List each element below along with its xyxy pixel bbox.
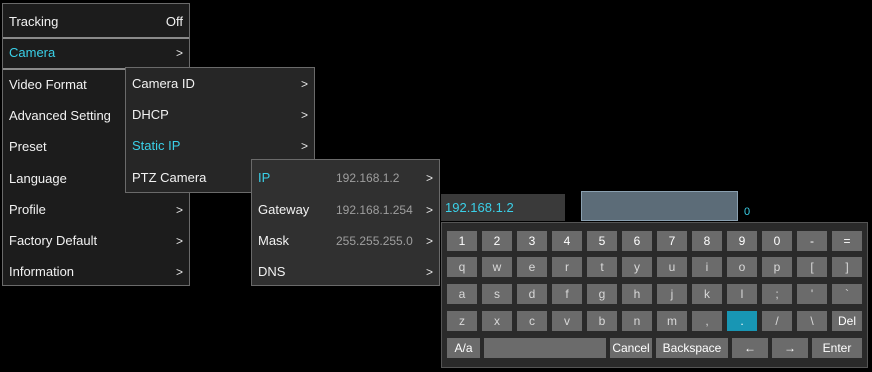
arrow-right-icon[interactable]: → <box>772 338 808 358</box>
ip-value: 192.168.1.2 <box>336 171 400 185</box>
key-3[interactable]: 3 <box>517 231 547 251</box>
submenu-item-camera-id[interactable]: Camera ID > <box>126 68 314 99</box>
ip-edit-box[interactable] <box>581 191 738 221</box>
key-minus[interactable]: - <box>797 231 827 251</box>
key-7[interactable]: 7 <box>657 231 687 251</box>
chevron-right-icon: > <box>175 202 183 217</box>
key-q[interactable]: q <box>447 257 477 277</box>
chevron-right-icon: > <box>300 76 308 91</box>
key-0[interactable]: 0 <box>762 231 792 251</box>
mask-value: 255.255.255.0 <box>336 234 413 248</box>
tracking-value: Off <box>165 14 183 29</box>
static-ip-submenu: IP > 192.168.1.2 Gateway > 192.168.1.254… <box>251 159 440 286</box>
key-f[interactable]: f <box>552 284 582 304</box>
key-g[interactable]: g <box>587 284 617 304</box>
key-apostrophe[interactable]: ' <box>797 284 827 304</box>
key-2[interactable]: 2 <box>482 231 512 251</box>
keyboard-row-1: 1 2 3 4 5 6 7 8 9 0 - = <box>442 231 867 251</box>
chevron-right-icon: > <box>175 233 183 248</box>
key-u[interactable]: u <box>657 257 687 277</box>
key-9[interactable]: 9 <box>727 231 757 251</box>
keyboard-row-2: q w e r t y u i o p [ ] <box>442 257 867 277</box>
chevron-right-icon: > <box>425 264 433 279</box>
key-left-bracket[interactable]: [ <box>797 257 827 277</box>
key-d[interactable]: d <box>517 284 547 304</box>
key-backslash[interactable]: \ <box>797 311 827 331</box>
key-w[interactable]: w <box>482 257 512 277</box>
key-5[interactable]: 5 <box>587 231 617 251</box>
submenu-item-static-ip[interactable]: Static IP > <box>126 130 314 161</box>
menu-item-information[interactable]: Information > <box>3 256 189 287</box>
key-e[interactable]: e <box>517 257 547 277</box>
key-v[interactable]: v <box>552 311 582 331</box>
ip-text-input[interactable]: 192.168.1.2 <box>441 194 565 221</box>
key-y[interactable]: y <box>622 257 652 277</box>
key-a[interactable]: a <box>447 284 477 304</box>
key-4[interactable]: 4 <box>552 231 582 251</box>
space-key[interactable] <box>484 338 606 358</box>
menu-item-tracking[interactable]: Tracking Off <box>3 6 189 37</box>
key-b[interactable]: b <box>587 311 617 331</box>
chevron-right-icon: > <box>300 138 308 153</box>
keyboard-row-5: A/a Cancel Backspace ← → Enter <box>442 338 867 358</box>
chevron-right-icon: > <box>175 264 183 279</box>
key-6[interactable]: 6 <box>622 231 652 251</box>
submenu-item-dhcp[interactable]: DHCP > <box>126 99 314 130</box>
cancel-button[interactable]: Cancel <box>610 338 652 358</box>
arrow-left-icon[interactable]: ← <box>732 338 768 358</box>
chevron-right-icon: > <box>425 202 433 217</box>
key-semicolon[interactable]: ; <box>762 284 792 304</box>
keyboard-row-3: a s d f g h j k l ; ' ` <box>442 284 867 304</box>
menu-item-label: Tracking <box>9 14 59 29</box>
menu-item-factory-default[interactable]: Factory Default > <box>3 225 189 256</box>
key-m[interactable]: m <box>657 311 687 331</box>
key-comma[interactable]: , <box>692 311 722 331</box>
menu-item-label: Camera <box>9 45 56 60</box>
key-s[interactable]: s <box>482 284 512 304</box>
menu-item-label: Factory Default <box>9 233 98 248</box>
key-equals[interactable]: = <box>832 231 862 251</box>
cursor-counter: 0 <box>744 206 751 218</box>
keyboard-row-4: z x c v b n m , . / \ Del <box>442 311 867 331</box>
chevron-right-icon: > <box>425 170 433 185</box>
submenu-item-label: Camera ID <box>132 76 195 91</box>
key-x[interactable]: x <box>482 311 512 331</box>
enter-button[interactable]: Enter <box>812 338 862 358</box>
static-ip-item-dns[interactable]: DNS > <box>252 256 439 287</box>
chevron-right-icon: > <box>300 107 308 122</box>
key-del[interactable]: Del <box>832 311 862 331</box>
key-k[interactable]: k <box>692 284 722 304</box>
key-z[interactable]: z <box>447 311 477 331</box>
menu-item-label: Information <box>9 264 75 279</box>
key-right-bracket[interactable]: ] <box>832 257 862 277</box>
chevron-right-icon: > <box>175 45 183 60</box>
key-n[interactable]: n <box>622 311 652 331</box>
key-i[interactable]: i <box>692 257 722 277</box>
backspace-button[interactable]: Backspace <box>656 338 728 358</box>
on-screen-keyboard: 1 2 3 4 5 6 7 8 9 0 - = q w e r t y u i … <box>441 222 868 368</box>
gateway-value: 192.168.1.254 <box>336 203 413 217</box>
case-toggle-button[interactable]: A/a <box>447 338 480 358</box>
key-backtick[interactable]: ` <box>832 284 862 304</box>
key-l[interactable]: l <box>727 284 757 304</box>
chevron-right-icon: > <box>425 233 433 248</box>
key-h[interactable]: h <box>622 284 652 304</box>
menu-item-camera[interactable]: Camera > <box>3 37 189 68</box>
menu-item-profile[interactable]: Profile > <box>3 194 189 225</box>
key-c[interactable]: c <box>517 311 547 331</box>
key-r[interactable]: r <box>552 257 582 277</box>
key-slash[interactable]: / <box>762 311 792 331</box>
submenu-item-label: Static IP <box>132 138 181 153</box>
key-p[interactable]: p <box>762 257 792 277</box>
menu-item-label: Profile <box>9 202 46 217</box>
ip-input-value: 192.168.1.2 <box>445 200 514 215</box>
key-1[interactable]: 1 <box>447 231 477 251</box>
key-period[interactable]: . <box>727 311 757 331</box>
key-j[interactable]: j <box>657 284 687 304</box>
key-o[interactable]: o <box>727 257 757 277</box>
item-label: DNS <box>258 264 286 279</box>
key-t[interactable]: t <box>587 257 617 277</box>
submenu-item-label: DHCP <box>132 107 169 122</box>
key-8[interactable]: 8 <box>692 231 722 251</box>
